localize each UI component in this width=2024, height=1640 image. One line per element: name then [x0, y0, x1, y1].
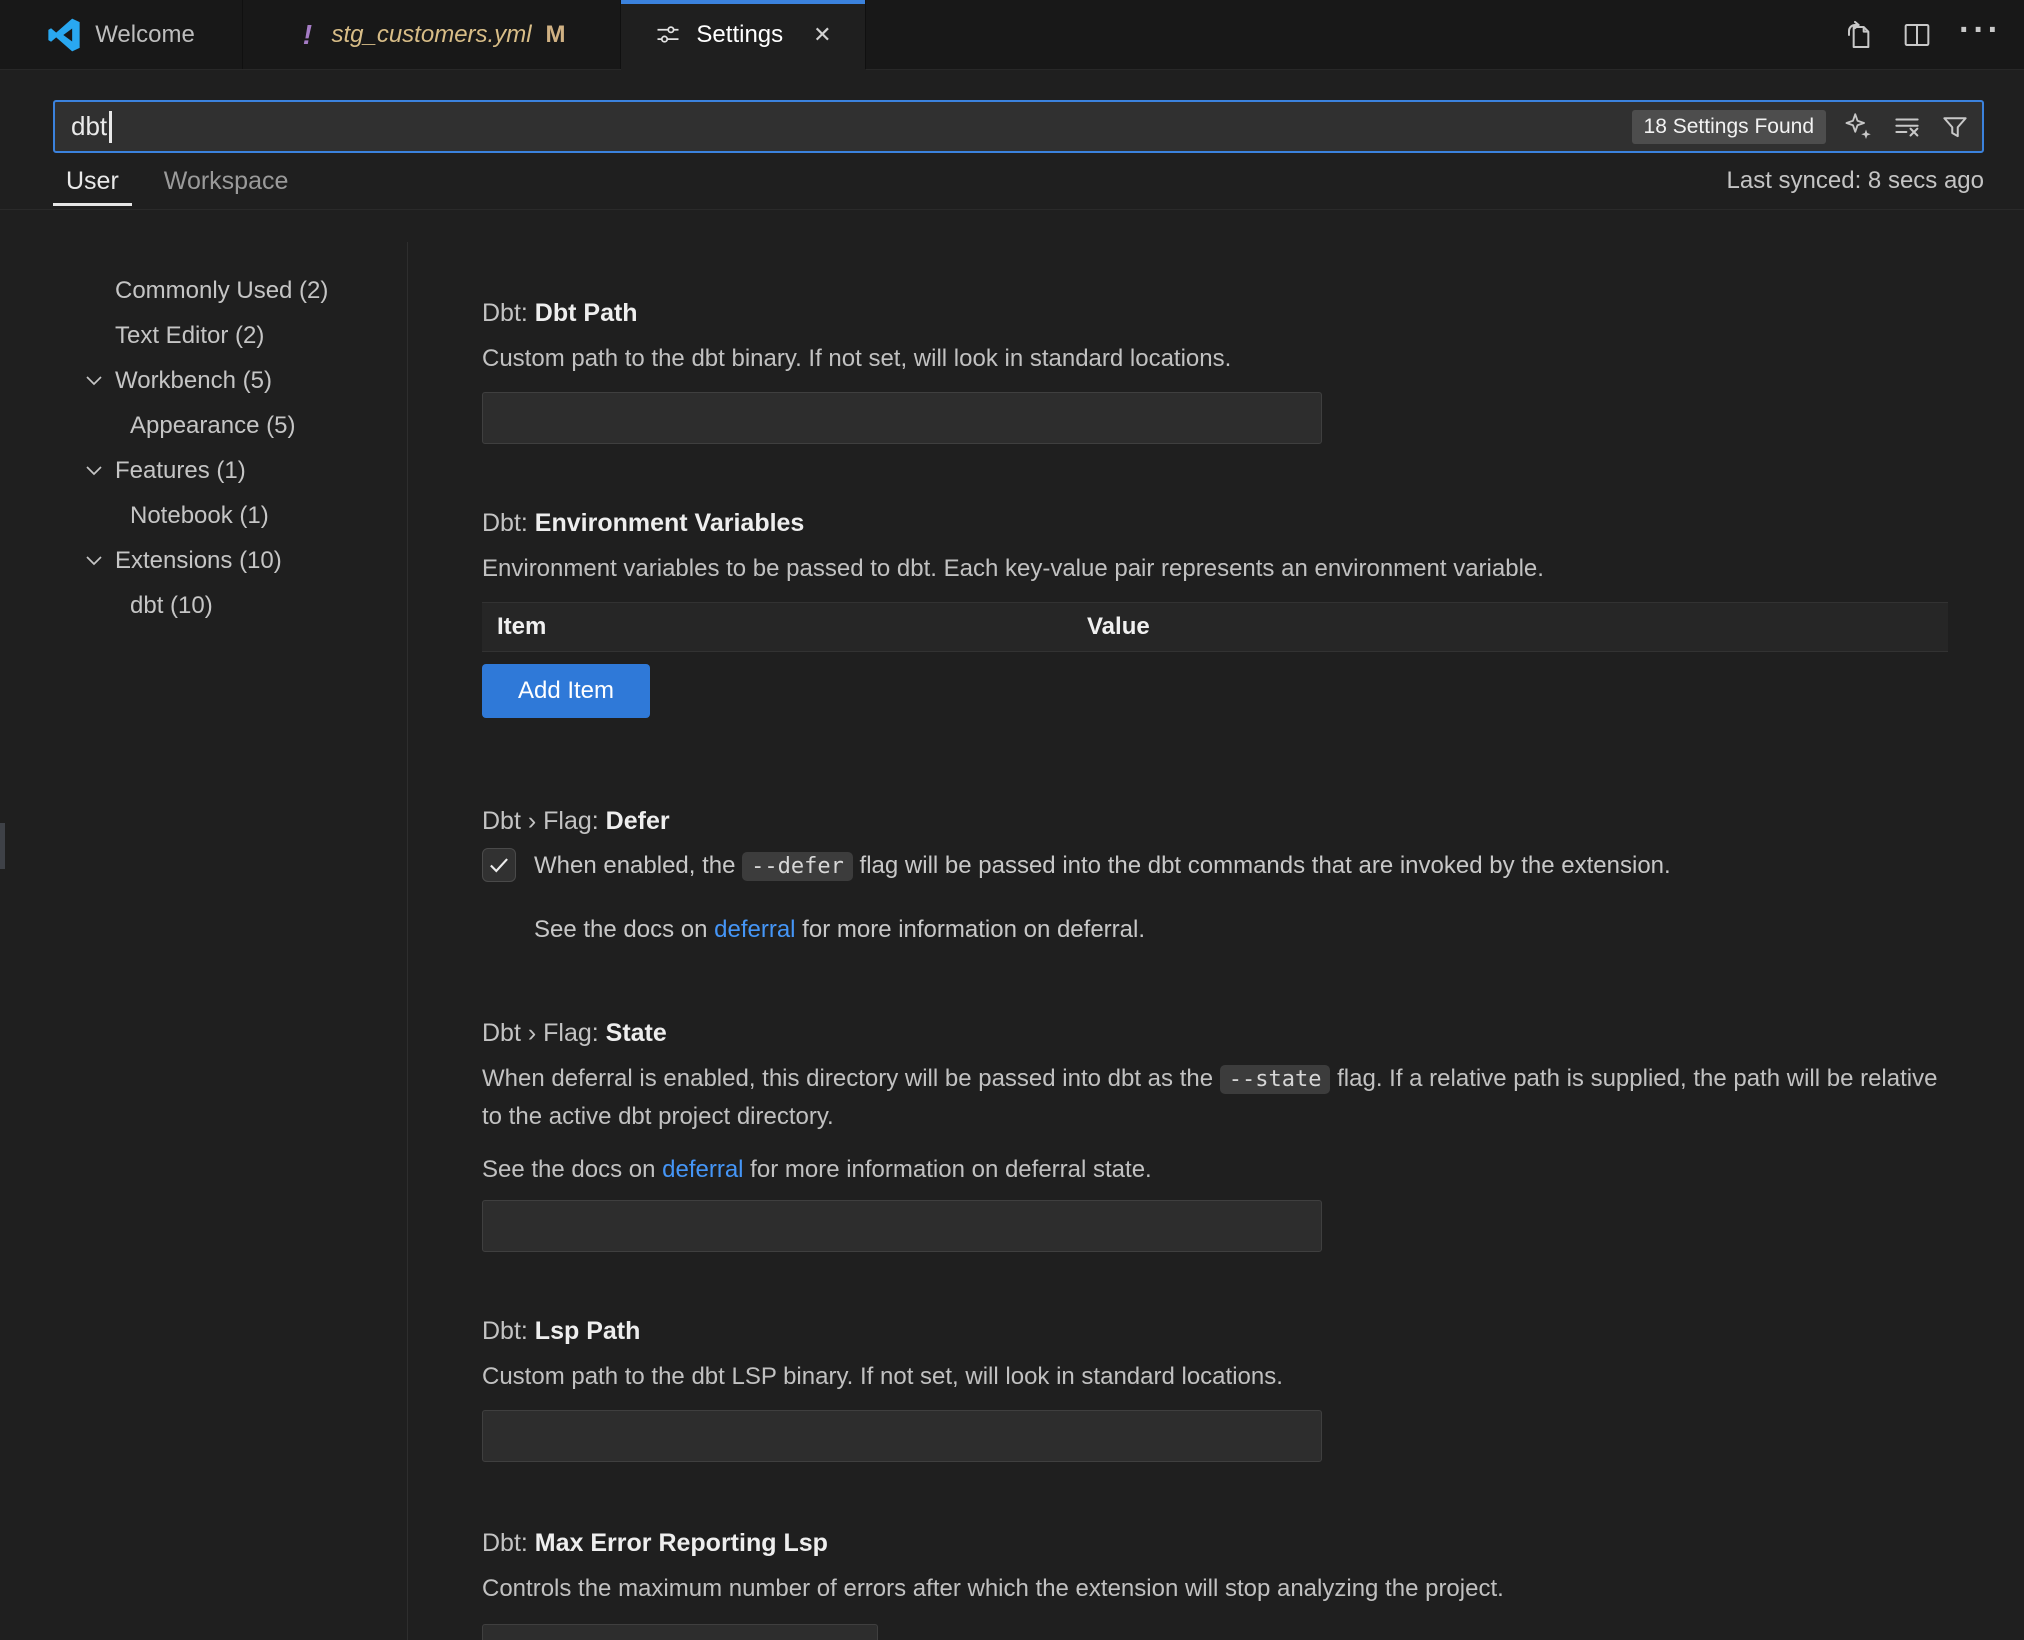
settings-body: Commonly Used (2) Text Editor (2) Workbe… — [0, 242, 2024, 1640]
defer-flag-code: --defer — [742, 852, 853, 881]
settings-list: Dbt: Dbt Path Custom path to the dbt bin… — [482, 242, 1948, 1640]
toc-item-features[interactable]: Features (1) — [0, 448, 407, 493]
setting-title: Dbt: Max Error Reporting Lsp — [482, 1526, 1948, 1560]
docs-note: See the docs on deferral for more inform… — [534, 913, 1948, 947]
tab-welcome[interactable]: Welcome — [0, 0, 243, 69]
state-flag-code: --state — [1220, 1065, 1331, 1094]
modified-badge: M — [546, 21, 566, 49]
setting-description: Controls the maximum number of errors af… — [482, 1570, 1948, 1607]
column-header-value: Value — [1072, 613, 1948, 641]
open-settings-json-icon[interactable] — [1843, 19, 1875, 51]
search-row: dbt 18 Settings Found — [0, 70, 2024, 153]
setting-flag-state: Dbt › Flag: State When deferral is enabl… — [482, 1016, 1948, 1252]
scope-tab-user[interactable]: User — [53, 153, 132, 206]
chevron-down-icon[interactable] — [83, 459, 105, 481]
setting-description: Environment variables to be passed to db… — [482, 550, 1948, 587]
state-path-input[interactable] — [482, 1200, 1322, 1252]
tab-label: Welcome — [95, 21, 195, 49]
ai-search-sparkle-icon[interactable] — [1844, 112, 1874, 142]
setting-title: Dbt: Lsp Path — [482, 1314, 1948, 1348]
settings-search-input[interactable]: dbt 18 Settings Found — [53, 100, 1984, 153]
toc-item-text-editor[interactable]: Text Editor (2) — [0, 313, 407, 358]
toc-item-workbench[interactable]: Workbench (5) — [0, 358, 407, 403]
more-actions-icon[interactable]: ··· — [1959, 13, 2002, 57]
tab-settings[interactable]: Settings ✕ — [621, 0, 866, 69]
toc-item-dbt[interactable]: dbt (10) — [0, 583, 407, 628]
setting-environment-variables: Dbt: Environment Variables Environment v… — [482, 506, 1948, 718]
tab-label: stg_customers.yml — [331, 21, 531, 49]
scope-row: User Workspace Last synced: 8 secs ago — [0, 153, 2024, 210]
text-cursor — [109, 111, 112, 143]
lsp-path-input[interactable] — [482, 1410, 1322, 1462]
chevron-down-icon[interactable] — [83, 549, 105, 571]
results-count-badge: 18 Settings Found — [1632, 110, 1826, 144]
chevron-down-icon[interactable] — [83, 369, 105, 391]
toc-item-notebook[interactable]: Notebook (1) — [0, 493, 407, 538]
scope-label: User — [66, 167, 119, 195]
setting-description: Custom path to the dbt LSP binary. If no… — [482, 1358, 1948, 1395]
toc-content-divider — [407, 242, 408, 1640]
clear-filters-icon[interactable] — [1892, 112, 1922, 142]
setting-description: Custom path to the dbt binary. If not se… — [482, 340, 1948, 377]
settings-toc: Commonly Used (2) Text Editor (2) Workbe… — [0, 242, 407, 1640]
setting-title: Dbt › Flag: State — [482, 1016, 1948, 1050]
column-header-item: Item — [482, 613, 1072, 641]
add-item-button[interactable]: Add Item — [482, 664, 650, 718]
vscode-logo-icon — [47, 18, 81, 52]
env-vars-table-header: Item Value — [482, 602, 1948, 652]
toc-item-extensions[interactable]: Extensions (10) — [0, 538, 407, 583]
setting-max-error-reporting: Dbt: Max Error Reporting Lsp Controls th… — [482, 1526, 1948, 1640]
search-query-text: dbt — [71, 111, 107, 142]
max-error-input[interactable] — [482, 1624, 878, 1640]
docs-note: See the docs on deferral for more inform… — [482, 1153, 1948, 1187]
tab-label: Settings — [696, 21, 783, 49]
close-icon[interactable]: ✕ — [813, 22, 831, 48]
settings-sliders-icon — [654, 21, 682, 49]
left-scrollbar-thumb[interactable] — [0, 823, 5, 869]
defer-checkbox[interactable] — [482, 848, 516, 882]
settings-editor-window: Welcome ! stg_customers.yml M Settings ✕ — [0, 0, 2024, 1640]
yaml-file-icon: ! — [297, 19, 317, 51]
deferral-docs-link[interactable]: deferral — [662, 1156, 743, 1183]
defer-checkbox-row: When enabled, the --defer flag will be p… — [482, 848, 1948, 885]
editor-actions: ··· — [1843, 0, 2024, 69]
dbt-path-input[interactable] — [482, 392, 1322, 444]
setting-title: Dbt: Dbt Path — [482, 296, 1948, 330]
last-synced-label: Last synced: 8 secs ago — [1727, 167, 1984, 195]
setting-title: Dbt: Environment Variables — [482, 506, 1948, 540]
toc-item-appearance[interactable]: Appearance (5) — [0, 403, 407, 448]
setting-dbt-path: Dbt: Dbt Path Custom path to the dbt bin… — [482, 296, 1948, 444]
scope-label: Workspace — [164, 167, 289, 195]
setting-description: When enabled, the --defer flag will be p… — [534, 848, 1671, 885]
editor-tab-bar: Welcome ! stg_customers.yml M Settings ✕ — [0, 0, 2024, 70]
setting-description: When deferral is enabled, this directory… — [482, 1060, 1948, 1135]
scope-tab-workspace[interactable]: Workspace — [151, 153, 302, 206]
toc-item-commonly-used[interactable]: Commonly Used (2) — [0, 268, 407, 313]
search-toolbar: 18 Settings Found — [1632, 102, 1970, 151]
split-editor-icon[interactable] — [1901, 19, 1933, 51]
filter-funnel-icon[interactable] — [1940, 112, 1970, 142]
deferral-docs-link[interactable]: deferral — [714, 916, 795, 943]
setting-flag-defer: Dbt › Flag: Defer When enabled, the --de… — [482, 804, 1948, 947]
tab-stg-customers[interactable]: ! stg_customers.yml M — [243, 0, 621, 69]
setting-title: Dbt › Flag: Defer — [482, 804, 1948, 838]
setting-lsp-path: Dbt: Lsp Path Custom path to the dbt LSP… — [482, 1314, 1948, 1462]
